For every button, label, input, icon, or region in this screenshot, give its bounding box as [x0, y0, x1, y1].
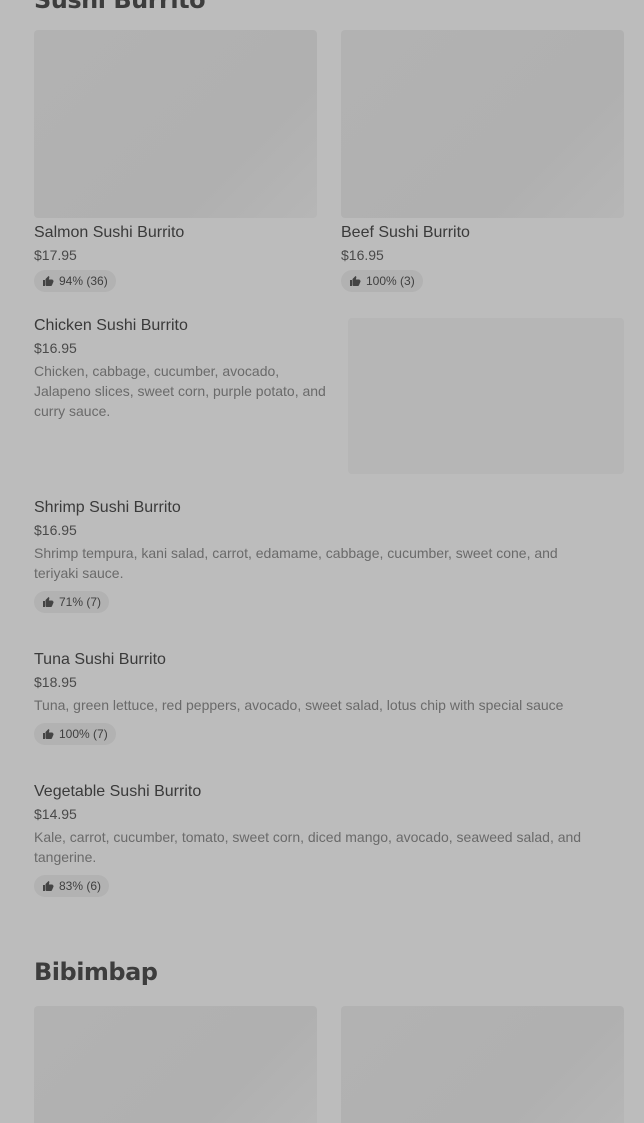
item-description: Shrimp tempura, kani salad, carrot, edam… — [34, 545, 558, 581]
item-price: $18.95 — [34, 674, 77, 690]
rating-text: 83% (6) — [59, 879, 102, 893]
bibimbap-card-1[interactable] — [34, 1006, 317, 1123]
item-name: Salmon Sushi Burrito — [34, 224, 185, 241]
item-price: $17.95 — [34, 247, 77, 263]
item-price: $14.95 — [34, 806, 77, 822]
menu-item-shrimp[interactable]: Shrimp Sushi Burrito $16.95 Shrimp tempu… — [34, 497, 594, 613]
item-name: Beef Sushi Burrito — [341, 224, 470, 241]
rating-text: 100% (3) — [366, 274, 415, 288]
item-name: Shrimp Sushi Burrito — [34, 499, 181, 516]
thumbs-up-icon — [42, 728, 54, 740]
item-price: $16.95 — [34, 340, 77, 356]
rating-badge: 83% (6) — [34, 875, 110, 897]
item-image[interactable] — [34, 1006, 317, 1123]
item-image[interactable] — [341, 30, 624, 218]
rating-text: 100% (7) — [59, 727, 108, 741]
item-description: Kale, carrot, cucumber, tomato, sweet co… — [34, 829, 582, 865]
rating-text: 71% (7) — [59, 595, 102, 609]
section-title-sushi-burrito: Sushi Burrito — [34, 0, 206, 14]
item-name: Tuna Sushi Burrito — [34, 651, 166, 668]
section-title-bibimbap: Bibimbap — [34, 958, 158, 986]
item-price: $16.95 — [34, 522, 77, 538]
menu-page: Sushi Burrito Salmon Sushi Burrito $17.9… — [0, 0, 644, 1123]
rating-badge: 71% (7) — [34, 591, 110, 613]
menu-item-tuna[interactable]: Tuna Sushi Burrito $18.95 Tuna, green le… — [34, 649, 614, 745]
item-image[interactable] — [348, 318, 624, 474]
menu-item-vegetable[interactable]: Vegetable Sushi Burrito $14.95 Kale, car… — [34, 781, 614, 897]
thumbs-up-icon — [42, 596, 54, 608]
rating-badge: 94% (36) — [34, 270, 116, 292]
thumbs-up-icon — [349, 275, 361, 287]
featured-card-beef[interactable]: Beef Sushi Burrito $16.95 100% (3) — [341, 30, 624, 292]
rating-text: 94% (36) — [59, 274, 108, 288]
item-image[interactable] — [34, 30, 317, 218]
thumbs-up-icon — [42, 880, 54, 892]
item-description: Tuna, green lettuce, red peppers, avocad… — [34, 697, 564, 713]
thumbs-up-icon — [42, 275, 54, 287]
rating-badge: 100% (3) — [341, 270, 423, 292]
item-image[interactable] — [341, 1006, 624, 1123]
bibimbap-card-2[interactable] — [341, 1006, 624, 1123]
item-description: Chicken, cabbage, cucumber, avocado, Jal… — [34, 363, 326, 419]
item-name: Vegetable Sushi Burrito — [34, 783, 202, 800]
menu-item-chicken[interactable]: Chicken Sushi Burrito $16.95 Chicken, ca… — [34, 315, 338, 421]
featured-card-salmon[interactable]: Salmon Sushi Burrito $17.95 94% (36) — [34, 30, 317, 292]
item-price: $16.95 — [341, 247, 384, 263]
rating-badge: 100% (7) — [34, 723, 116, 745]
item-name: Chicken Sushi Burrito — [34, 317, 188, 334]
